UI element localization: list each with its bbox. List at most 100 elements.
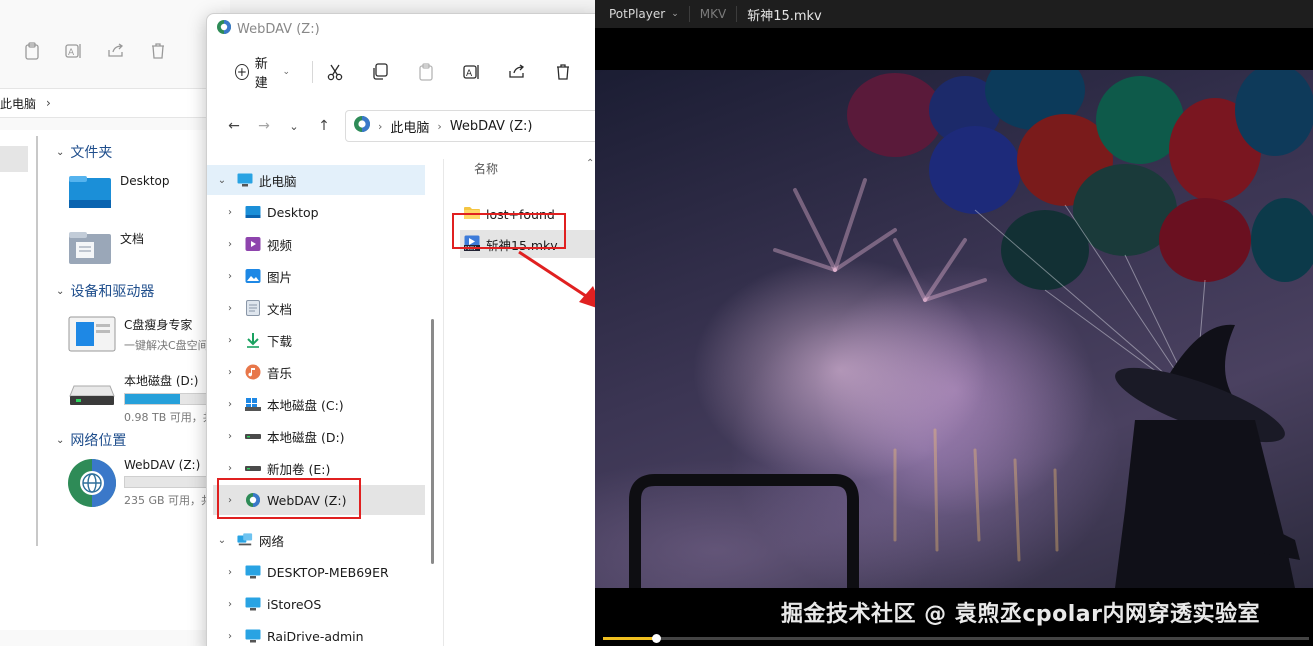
nav-scrollbar[interactable]	[431, 319, 434, 564]
documents-folder-icon	[68, 230, 112, 270]
chevron-right-icon[interactable]: ›	[221, 567, 239, 578]
webdav-drive-icon	[354, 116, 370, 136]
forward-arrow-icon[interactable]: →	[249, 111, 279, 141]
explorer-window: WebDAV (Z:) + 新建 ⌄ A ← → ⌄ ↑ › 此电脑 › Web…	[206, 13, 598, 646]
chevron-right-icon[interactable]: ›	[221, 399, 239, 410]
chevron-right-icon[interactable]: ›	[221, 271, 239, 282]
copy-icon[interactable]	[371, 61, 391, 83]
background-nav-selected-item[interactable]	[0, 146, 28, 172]
monitor-icon	[245, 596, 261, 612]
chevron-right-icon: ›	[378, 119, 383, 133]
nav-item-drive-c[interactable]: › 本地磁盘 (C:)	[213, 389, 425, 419]
nav-item-videos[interactable]: › 视频	[213, 229, 425, 259]
plus-icon: +	[235, 64, 249, 80]
column-header-name[interactable]: 名称	[474, 160, 498, 177]
monitor-icon	[245, 564, 261, 580]
chevron-right-icon[interactable]: ›	[221, 303, 239, 314]
address-bar[interactable]: › 此电脑 › WebDAV (Z:)	[345, 110, 597, 142]
rename-icon[interactable]: A	[462, 61, 482, 83]
up-arrow-icon[interactable]: ↑	[309, 111, 339, 141]
device-item-c-slim[interactable]: C盘瘦身专家 一键解决C盘空间	[68, 316, 209, 356]
paste-icon[interactable]	[416, 61, 436, 83]
nav-item-raidrive-admin[interactable]: › RaiDrive-admin	[213, 621, 425, 646]
background-address-bar[interactable]: 此电脑 ›	[0, 88, 230, 118]
chevron-right-icon[interactable]: ›	[221, 599, 239, 610]
chevron-right-icon[interactable]: ›	[221, 631, 239, 642]
share-icon[interactable]	[508, 61, 528, 83]
folder-item-documents[interactable]: 文档	[68, 230, 144, 270]
breadcrumb-webdav[interactable]: WebDAV (Z:)	[450, 119, 533, 134]
seek-bar[interactable]	[603, 634, 1309, 643]
device-item-d-drive[interactable]: 本地磁盘 (D:) 0.98 TB 可用，共	[68, 372, 214, 425]
video-title: 斩神15.mkv	[747, 8, 822, 24]
chevron-right-icon[interactable]: ›	[221, 431, 239, 442]
witch-figure	[1115, 324, 1300, 588]
player-menu-button[interactable]: PotPlayer ⌄	[595, 7, 679, 21]
delete-icon[interactable]	[148, 41, 168, 61]
music-icon	[245, 364, 261, 380]
video-frame[interactable]	[595, 70, 1313, 588]
highlight-box-webdav	[217, 478, 361, 519]
arrow-annotation-icon	[518, 250, 603, 310]
nav-item-desktop-meb69er[interactable]: › DESKTOP-MEB69ER	[213, 557, 425, 587]
highlight-box-mkv	[452, 213, 566, 249]
new-button[interactable]: + 新建 ⌄	[227, 49, 298, 95]
nav-item-downloads[interactable]: › 下载	[213, 325, 425, 355]
pictures-icon	[245, 268, 261, 284]
group-network-header[interactable]: ⌄ 网络位置	[56, 430, 126, 450]
chevron-right-icon[interactable]: ›	[221, 207, 239, 218]
chevron-down-icon: ⌄	[56, 285, 65, 297]
monitor-icon	[245, 628, 261, 644]
nav-item-documents[interactable]: › 文档	[213, 293, 425, 323]
rename-icon[interactable]: A	[64, 41, 84, 61]
chevron-right-icon[interactable]: ›	[221, 335, 239, 346]
group-folders-header[interactable]: ⌄ 文件夹	[56, 142, 112, 162]
nav-item-this-pc[interactable]: ⌄ 此电脑	[207, 165, 425, 195]
svg-text:A: A	[466, 69, 473, 79]
background-explorer-window: A 此电脑 › ⌄ 文件夹 Desktop 文档 ⌄ 设备和驱动器 C盘瘦身专家	[0, 0, 230, 646]
back-arrow-icon[interactable]: ←	[219, 111, 249, 141]
nav-item-drive-d[interactable]: › 本地磁盘 (D:)	[213, 421, 425, 451]
title-divider	[736, 6, 738, 22]
watermark-subtitle: 掘金技术社区 @ 袁煦丞cpolar内网穿透实验室	[781, 602, 1260, 627]
breadcrumb-this-pc[interactable]: 此电脑	[0, 95, 36, 112]
golden-sparks	[893, 428, 1059, 562]
chevron-right-icon[interactable]: ›	[221, 239, 239, 250]
nav-item-desktop[interactable]: › Desktop	[213, 197, 425, 227]
hard-drive-icon	[68, 372, 116, 425]
share-icon[interactable]	[106, 41, 126, 61]
nav-item-network[interactable]: ⌄ 网络	[207, 525, 425, 555]
nav-item-music[interactable]: › 音乐	[213, 357, 425, 387]
chevron-down-icon[interactable]: ⌄	[213, 175, 231, 186]
windows-drive-icon	[245, 396, 261, 412]
paste-icon[interactable]	[22, 41, 42, 61]
background-scrollbar[interactable]	[36, 136, 38, 546]
folder-item-desktop[interactable]: Desktop	[68, 174, 170, 214]
chevron-down-icon[interactable]: ⌄	[279, 111, 309, 141]
nav-item-istoreos[interactable]: › iStoreOS	[213, 589, 425, 619]
svg-text:A: A	[68, 48, 75, 58]
seek-handle[interactable]	[651, 634, 661, 643]
cut-icon[interactable]	[325, 61, 345, 83]
video-icon	[245, 236, 261, 252]
group-devices-header[interactable]: ⌄ 设备和驱动器	[56, 281, 154, 301]
chevron-right-icon[interactable]: ›	[221, 367, 239, 378]
sort-up-icon: ⌃	[586, 158, 595, 169]
desktop-folder-icon	[68, 174, 112, 214]
chevron-down-icon: ⌄	[282, 67, 291, 77]
webdav-drive-icon	[217, 20, 231, 38]
title-divider	[688, 6, 690, 22]
chevron-right-icon[interactable]: ›	[221, 463, 239, 474]
app-icon	[68, 316, 116, 356]
breadcrumb-this-pc[interactable]: 此电脑	[390, 117, 429, 136]
background-toolbar: A	[0, 30, 230, 72]
drive-usage-bar	[124, 393, 214, 405]
chevron-down-icon[interactable]: ⌄	[213, 535, 231, 546]
drive-icon	[245, 428, 261, 444]
computer-icon	[237, 172, 253, 188]
desktop-icon	[245, 204, 261, 220]
network-item-webdav[interactable]: WebDAV (Z:) 235 GB 可用，共	[68, 458, 214, 512]
delete-icon[interactable]	[553, 61, 573, 83]
nav-item-pictures[interactable]: › 图片	[213, 261, 425, 291]
chevron-right-icon: ›	[46, 96, 51, 110]
